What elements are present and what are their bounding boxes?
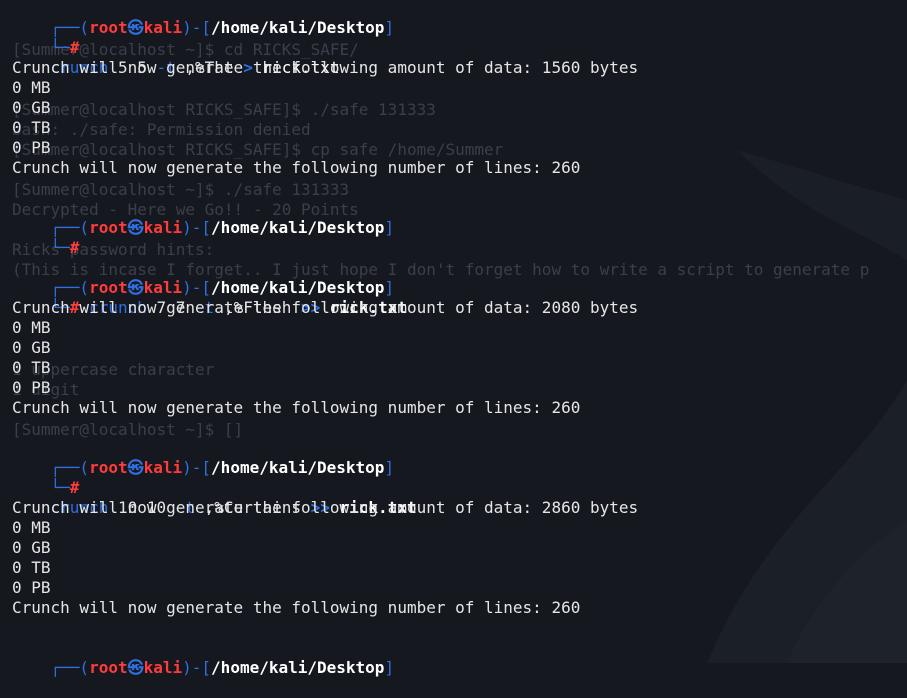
- output-line: Crunch will now generate the following a…: [12, 58, 639, 77]
- prompt-header: ┌──(root㉿kali)-[/home/kali/Desktop]: [12, 0, 395, 37]
- terminal-text-segment: ]: [384, 18, 395, 37]
- output-line: Crunch will now generate the following n…: [12, 158, 581, 177]
- ghost-line: [Summer@localhost ~]$ ./safe 131333: [12, 180, 350, 199]
- terminal-text-segment: kali: [143, 218, 183, 237]
- prompt-input-line: └─#: [12, 18, 80, 57]
- output-line: 0 PB: [12, 378, 51, 397]
- terminal-text-segment: #: [69, 238, 80, 257]
- terminal-text-segment: ]: [384, 658, 395, 677]
- prompt-header: ┌──(root㉿kali)-[/home/kali/Desktop]: [12, 258, 395, 297]
- prompt-header: ┌──(root㉿kali)-[/home/kali/Desktop]: [12, 438, 395, 477]
- skull-icon: ㉿: [127, 658, 144, 677]
- terminal-text-segment: root: [89, 18, 128, 37]
- terminal-text-segment: /home/kali/Desktop: [211, 218, 385, 237]
- terminal-text-segment: kali: [143, 658, 183, 677]
- output-line: Crunch will now generate the following n…: [12, 398, 581, 417]
- prompt-input-line: └─#: [12, 218, 80, 257]
- output-line: 0 MB: [12, 318, 51, 337]
- active-input-line[interactable]: └─: [12, 654, 79, 663]
- ghost-line: [Summer@localhost RICKS_SAFE]$ cp safe /…: [12, 140, 504, 159]
- output-line: 0 GB: [12, 338, 51, 357]
- terminal-text-segment: )-[: [182, 218, 212, 237]
- terminal-text-segment: ]: [384, 218, 395, 237]
- terminal-text-segment: kali: [143, 18, 183, 37]
- output-line: 0 MB: [12, 518, 51, 537]
- output-line: Crunch will now generate the following a…: [12, 298, 639, 317]
- ghost-line: bash: ./safe: Permission denied: [12, 120, 311, 139]
- output-line: 0 TB: [12, 118, 51, 137]
- terminal-text-segment: ]: [384, 458, 395, 477]
- terminal-text-segment: kali: [143, 458, 183, 477]
- terminal-text-segment: /home/kali/Desktop: [211, 458, 385, 477]
- terminal-text-segment: /home/kali/Desktop: [211, 18, 385, 37]
- terminal-text-segment: root: [89, 218, 128, 237]
- skull-icon: ㉿: [127, 18, 144, 37]
- background-ghost-text: [Summer@localhost ~]$ cd RICKS_SAFE/ [Su…: [0, 0, 907, 663]
- prompt-header: ┌──(root㉿kali)-[/home/kali/Desktop]: [12, 198, 395, 237]
- output-line: 0 PB: [12, 138, 51, 157]
- skull-icon: ㉿: [127, 218, 144, 237]
- command-line: crunch 5 5 -t ,%The > rick.txt: [12, 38, 340, 77]
- terminal-window[interactable]: [Summer@localhost ~]$ cd RICKS_SAFE/ [Su…: [0, 0, 907, 677]
- terminal-text-segment: )-[: [182, 658, 212, 677]
- output-line: Crunch will now generate the following a…: [12, 498, 639, 517]
- ghost-line: [Summer@localhost ~]$ []: [12, 420, 244, 439]
- command-line: └─# crunch 7 7 -t ,%Flesh >> rick.txt: [12, 278, 407, 317]
- terminal-text-segment: )-[: [182, 18, 212, 37]
- output-line: 0 TB: [12, 358, 51, 377]
- output-line: 0 PB: [12, 578, 51, 597]
- output-line: 0 GB: [12, 538, 51, 557]
- output-line: Crunch will now generate the following n…: [12, 598, 581, 617]
- terminal-text-segment: root: [89, 658, 128, 677]
- skull-icon: ㉿: [127, 458, 144, 477]
- terminal-text-segment: )-[: [182, 458, 212, 477]
- command-line: crunch 10 10 -t ,%Curtains >> rick.txt: [12, 478, 417, 517]
- terminal-text-segment: └─: [50, 238, 70, 257]
- terminal-text-segment: root: [89, 458, 128, 477]
- terminal-text-segment: /home/kali/Desktop: [211, 658, 385, 677]
- output-line: 0 GB: [12, 98, 51, 117]
- output-line: 0 MB: [12, 78, 51, 97]
- ghost-line: [Summer@localhost RICKS_SAFE]$ ./safe 13…: [12, 100, 436, 119]
- prompt-input-line: └─#: [12, 458, 80, 497]
- output-line: 0 TB: [12, 558, 51, 577]
